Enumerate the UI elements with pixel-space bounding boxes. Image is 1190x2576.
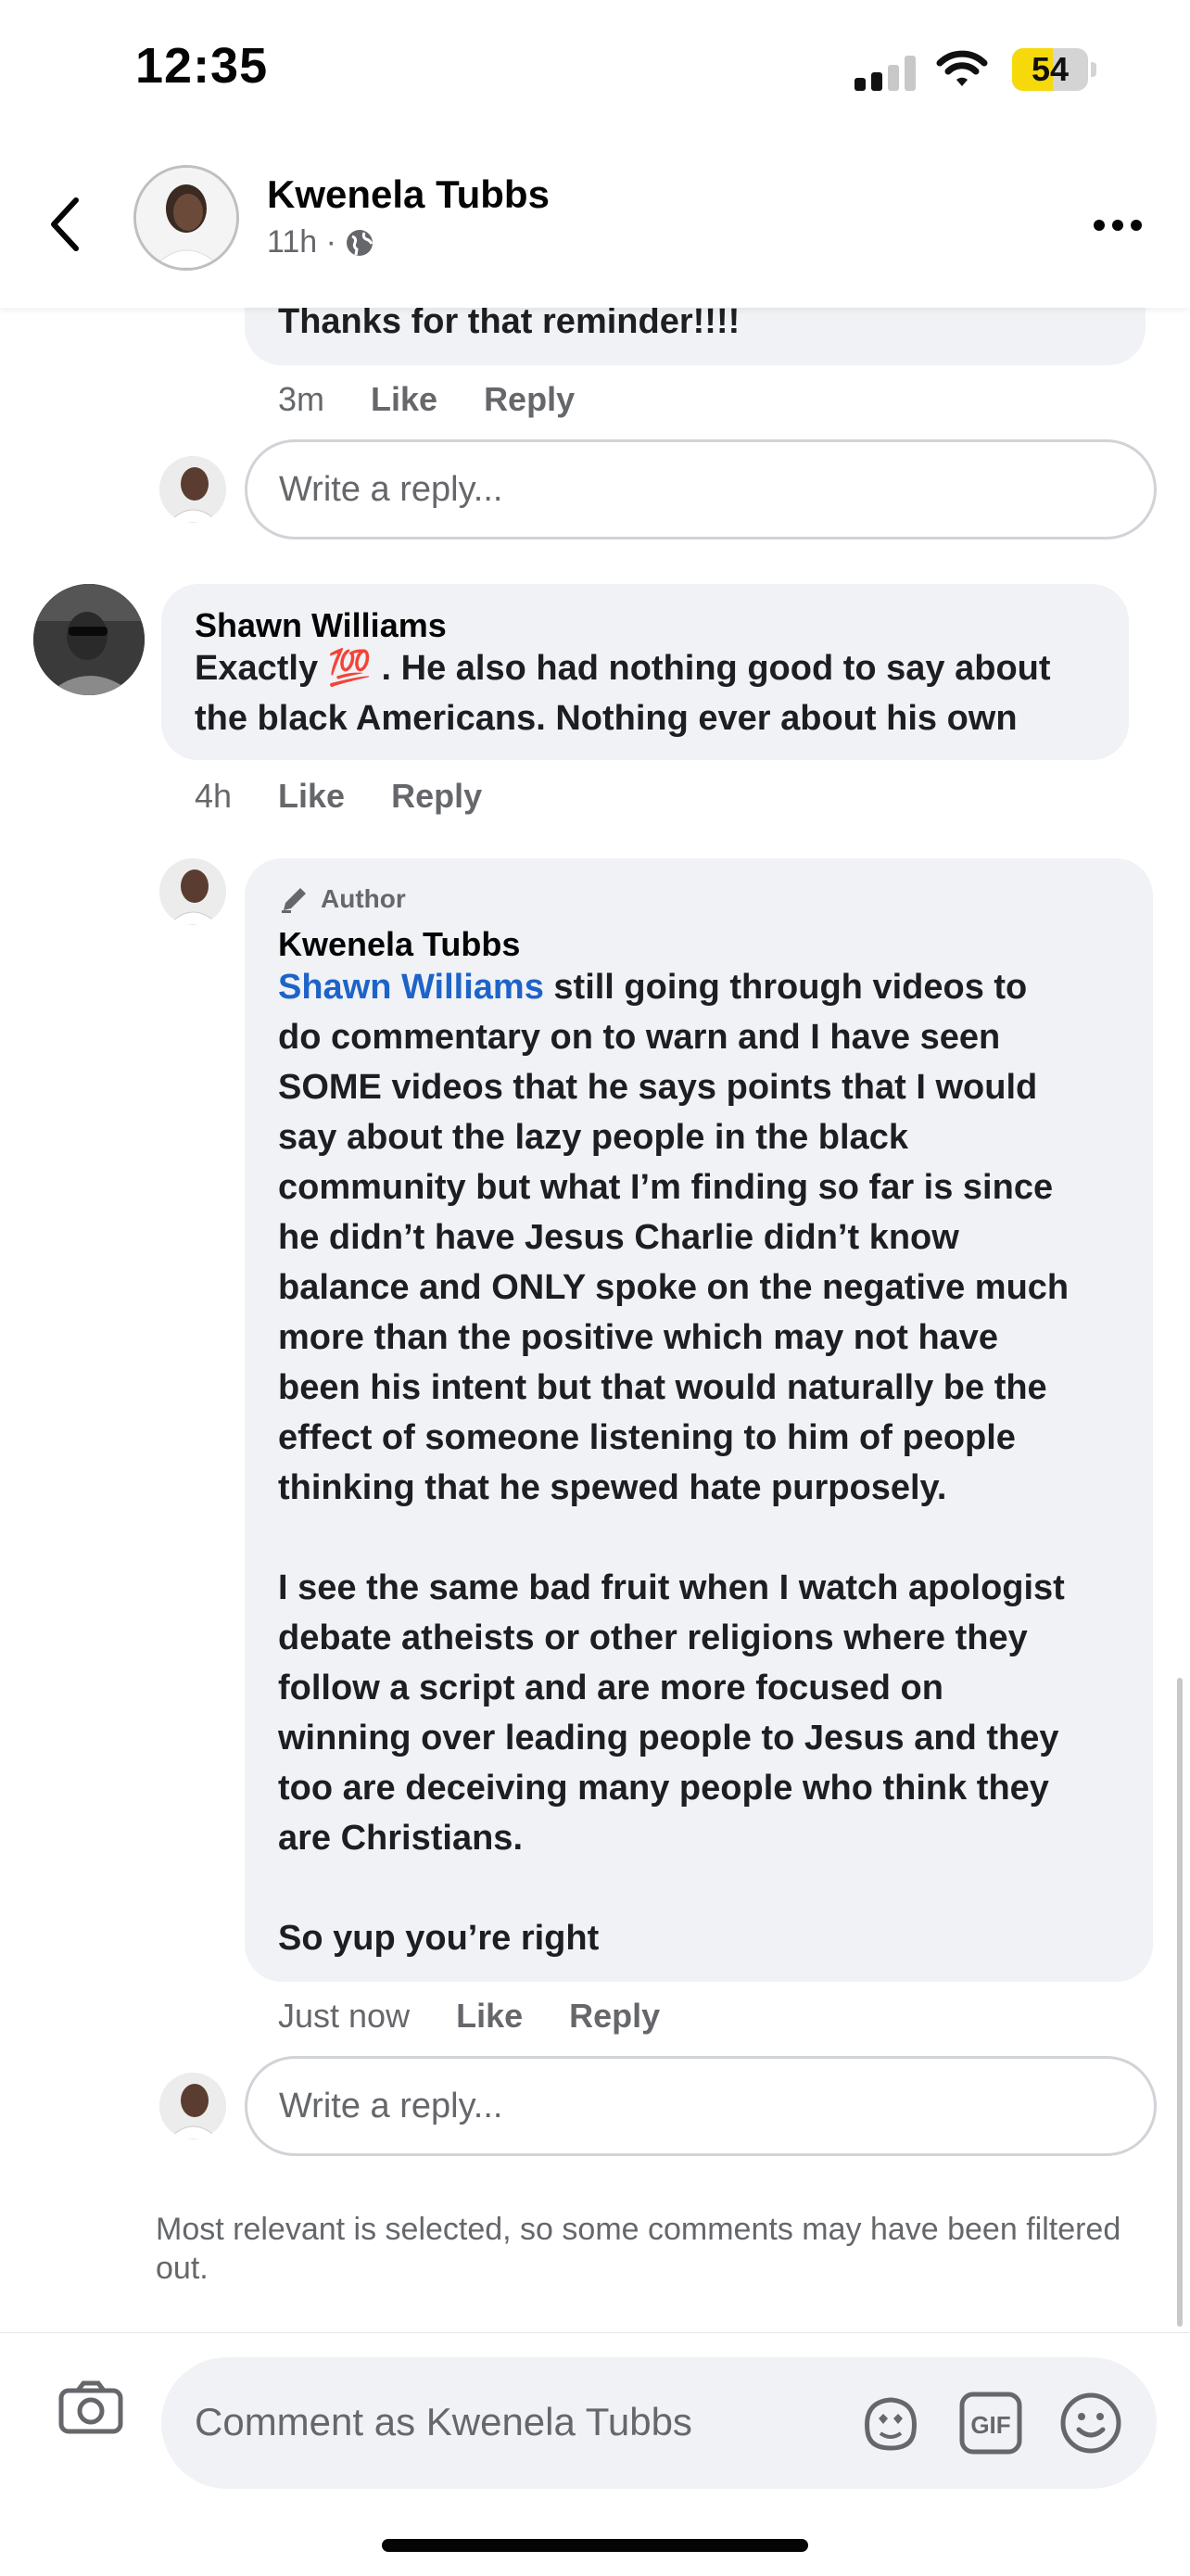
reply-line: effect of someone listening to him of pe… xyxy=(278,1418,1016,1457)
reply-time: Just now xyxy=(278,1997,411,2035)
reply-line: I see the same bad fruit when I watch ap… xyxy=(278,1568,1065,1607)
battery-percent: 54 xyxy=(1031,50,1070,88)
like-button[interactable]: Like xyxy=(371,380,437,419)
like-button[interactable]: Like xyxy=(278,777,345,816)
reply-placeholder: Write a reply... xyxy=(279,2086,503,2126)
post-header: Kwenela Tubbs 11h · xyxy=(0,139,1190,308)
back-button[interactable] xyxy=(37,187,93,261)
reply-button[interactable]: Reply xyxy=(484,380,575,419)
like-button[interactable]: Like xyxy=(456,1997,523,2036)
reply-author-name[interactable]: Kwenela Tubbs xyxy=(278,925,520,964)
reply-line: too are deceiving many people who think … xyxy=(278,1769,1049,1808)
reply-line: So yup you’re right xyxy=(278,1919,600,1958)
avatar-sticker-icon xyxy=(865,2397,917,2451)
comment-actions: 4h Like Reply xyxy=(195,777,482,816)
wifi-icon xyxy=(936,48,988,89)
home-indicator xyxy=(382,2539,808,2552)
reply-line: do commentary on to warn and I have seen xyxy=(278,1018,1001,1057)
comment-placeholder: Comment as Kwenela Tubbs xyxy=(195,2400,692,2443)
comment-actions: 3m Like Reply xyxy=(278,380,575,419)
commenter-name[interactable]: Shawn Williams xyxy=(195,606,447,645)
comment-time: 4h xyxy=(195,777,233,815)
reply-line: follow a script and are more focused on xyxy=(278,1669,943,1707)
globe-icon xyxy=(346,229,373,256)
battery-indicator: 54 xyxy=(1012,48,1099,91)
reply-button[interactable]: Reply xyxy=(391,777,482,816)
reply-line: winning over leading people to Jesus and… xyxy=(278,1719,1059,1758)
reply-line: say about the lazy people in the black xyxy=(278,1118,908,1157)
smiley-icon xyxy=(1060,2392,1121,2454)
cellular-signal-icon xyxy=(855,54,919,91)
camera-button[interactable] xyxy=(57,2379,124,2435)
author-name[interactable]: Kwenela Tubbs xyxy=(267,172,550,217)
comment-input[interactable]: Comment as Kwenela Tubbs GIF xyxy=(161,2357,1157,2489)
comment-text: Exactly 💯 . He also had nothing good to … xyxy=(195,649,1051,738)
reply-line: are Christians. xyxy=(278,1819,523,1858)
chevron-left-icon xyxy=(51,197,79,251)
user-avatar xyxy=(159,456,226,523)
post-time: 11h · xyxy=(267,224,336,260)
reply-line: been his intent but that would naturally… xyxy=(278,1368,1047,1407)
mention-link[interactable]: Shawn Williams xyxy=(278,968,544,1007)
reply-placeholder: Write a reply... xyxy=(279,469,503,509)
reply-text: Shawn Williams still going through video… xyxy=(278,962,1140,1963)
more-options-button[interactable] xyxy=(1094,211,1149,239)
reply-input[interactable]: Write a reply... xyxy=(245,439,1157,539)
reply-line: more than the positive which may not hav… xyxy=(278,1318,999,1357)
reply-line: debate atheists or other religions where… xyxy=(278,1618,1028,1657)
status-time: 12:35 xyxy=(135,38,269,94)
reply-input[interactable]: Write a reply... xyxy=(245,2056,1157,2156)
gif-button[interactable]: GIF xyxy=(958,2391,1023,2455)
scrollbar[interactable] xyxy=(1177,1678,1183,2327)
commenter-avatar[interactable] xyxy=(33,584,145,695)
reply-line: he didn’t have Jesus Charlie didn’t know xyxy=(278,1218,959,1257)
reply-button[interactable]: Reply xyxy=(569,1997,660,2036)
user-avatar xyxy=(159,2073,226,2139)
reply-line: community but what I’m finding so far is… xyxy=(278,1168,1054,1207)
pencil-icon xyxy=(282,888,306,913)
post-meta: 11h · xyxy=(267,224,375,260)
emoji-button[interactable] xyxy=(1058,2391,1123,2455)
reply-line: Shawn Williams still going through video… xyxy=(278,968,1028,1007)
gif-icon: GIF xyxy=(959,2392,1022,2455)
svg-text:GIF: GIF xyxy=(970,2411,1010,2439)
reply-line: balance and ONLY spoke on the negative m… xyxy=(278,1268,1070,1307)
hundred-points-emoji: 💯 xyxy=(327,649,372,688)
comment-composer-bar: Comment as Kwenela Tubbs GIF xyxy=(0,2332,1190,2576)
author-badge: Author xyxy=(278,882,406,916)
filter-note: Most relevant is selected, so some comme… xyxy=(156,2212,1121,2286)
reply-actions: Just now Like Reply xyxy=(278,1997,660,2036)
author-avatar[interactable] xyxy=(133,165,239,271)
avatar-sticker-button[interactable] xyxy=(858,2391,923,2455)
comment-time: 3m xyxy=(278,380,325,418)
reply-line: SOME videos that he says points that I w… xyxy=(278,1068,1038,1107)
author-avatar[interactable] xyxy=(159,858,226,925)
reply-line: thinking that he spewed hate purposely. xyxy=(278,1468,947,1507)
camera-icon xyxy=(58,2380,123,2434)
